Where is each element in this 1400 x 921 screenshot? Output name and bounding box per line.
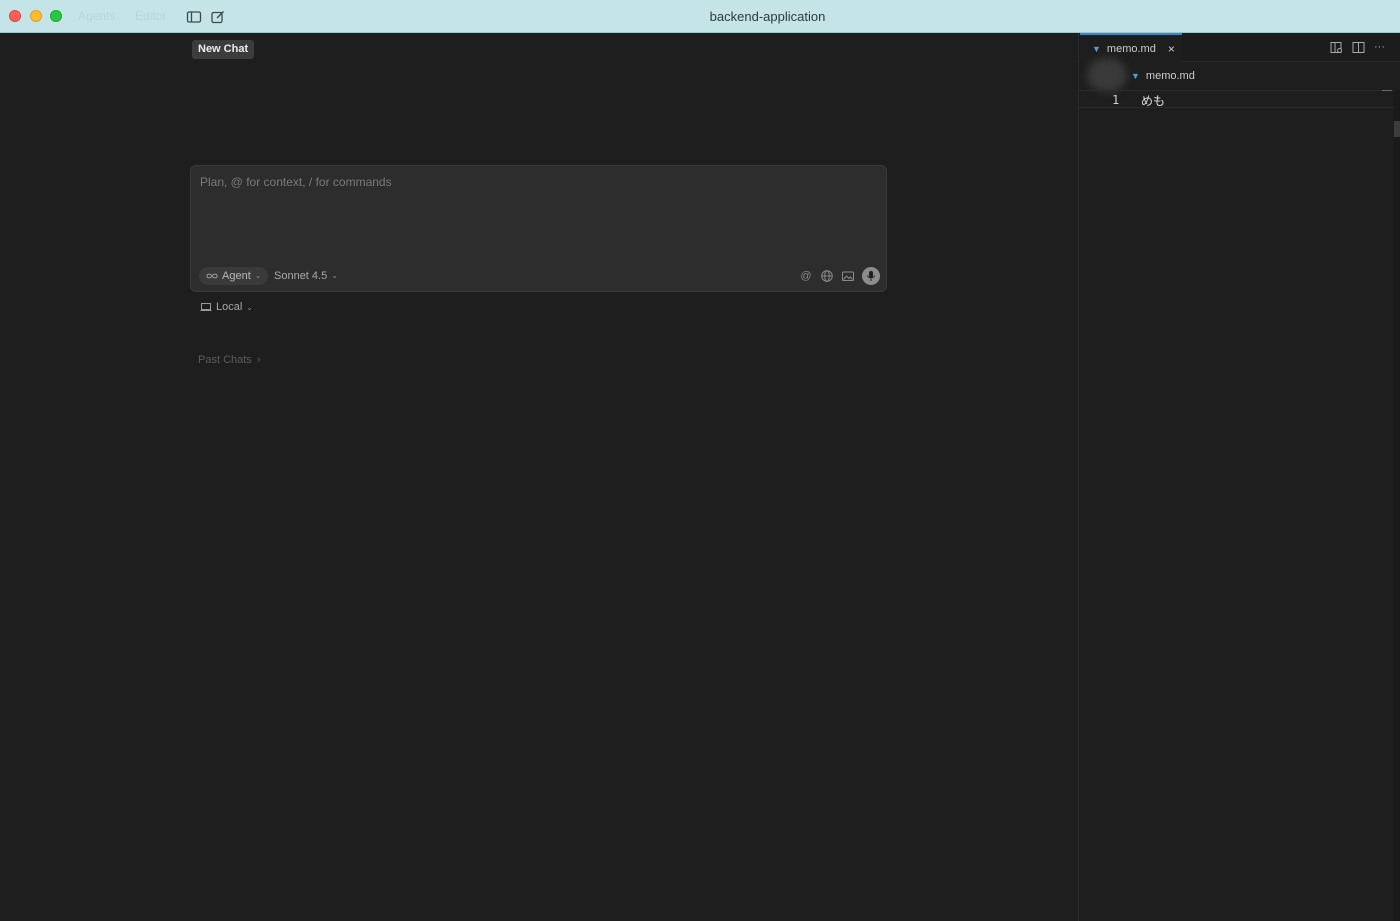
chat-tools: @	[799, 267, 880, 285]
infinity-icon	[206, 273, 218, 279]
more-actions-icon[interactable]: ···	[1374, 41, 1387, 54]
globe-icon[interactable]	[820, 269, 834, 283]
code-line[interactable]: 1 めも	[1079, 90, 1395, 108]
avatar	[1087, 58, 1127, 92]
environment-selector[interactable]: Local ⌄	[200, 299, 253, 315]
chevron-down-icon: ⌄	[246, 302, 253, 312]
tab-memo-md[interactable]: ▼ memo.md ×	[1080, 33, 1182, 62]
chevron-right-icon: ›	[256, 354, 261, 366]
scrollbar-thumb[interactable]	[1394, 121, 1400, 137]
open-preview-icon[interactable]	[1330, 41, 1343, 54]
line-number: 1	[1112, 93, 1120, 107]
new-chat-tooltip: New Chat	[192, 40, 255, 59]
breadcrumb-filename: memo.md	[1145, 70, 1195, 82]
agent-mode-selector[interactable]: Agent ⌄	[199, 267, 269, 285]
at-mention-icon[interactable]: @	[799, 269, 813, 283]
breadcrumb[interactable]: ▼ memo.md	[1131, 70, 1195, 82]
markdown-file-icon: ▼	[1131, 71, 1140, 81]
model-selector[interactable]: Sonnet 4.5 ⌄	[274, 267, 338, 285]
image-icon[interactable]	[841, 269, 855, 283]
agent-mode-label: Agent	[222, 270, 251, 282]
laptop-icon	[200, 303, 212, 311]
minimap[interactable]	[1382, 90, 1392, 91]
vertical-scrollbar[interactable]	[1394, 90, 1400, 921]
past-chats-label: Past Chats	[198, 354, 252, 366]
editor-panel: ▼ memo.md × ··· ▼ memo.md 1 めも	[1078, 33, 1400, 921]
window-title: backend-application	[709, 9, 826, 24]
split-editor-icon[interactable]	[1352, 41, 1365, 54]
close-tab-icon[interactable]: ×	[1168, 42, 1175, 56]
title-bar: Agents Editor backend-application	[0, 0, 1400, 33]
microphone-button[interactable]	[862, 267, 880, 285]
editor-tab-bar: ▼ memo.md × ···	[1079, 33, 1400, 62]
editor-actions: ···	[1330, 41, 1387, 54]
past-chats-link[interactable]: Past Chats ›	[198, 354, 260, 366]
markdown-file-icon: ▼	[1092, 43, 1101, 54]
tab-filename: memo.md	[1106, 42, 1156, 55]
chat-composer: Agent ⌄ Sonnet 4.5 ⌄ @	[190, 165, 887, 292]
environment-label: Local	[216, 301, 243, 313]
line-text[interactable]: めも	[1141, 92, 1165, 109]
chat-input[interactable]	[198, 173, 878, 253]
chevron-down-icon: ⌄	[331, 271, 338, 280]
chevron-down-icon: ⌄	[254, 271, 262, 280]
microphone-icon	[867, 271, 875, 281]
model-label: Sonnet 4.5	[274, 270, 328, 282]
